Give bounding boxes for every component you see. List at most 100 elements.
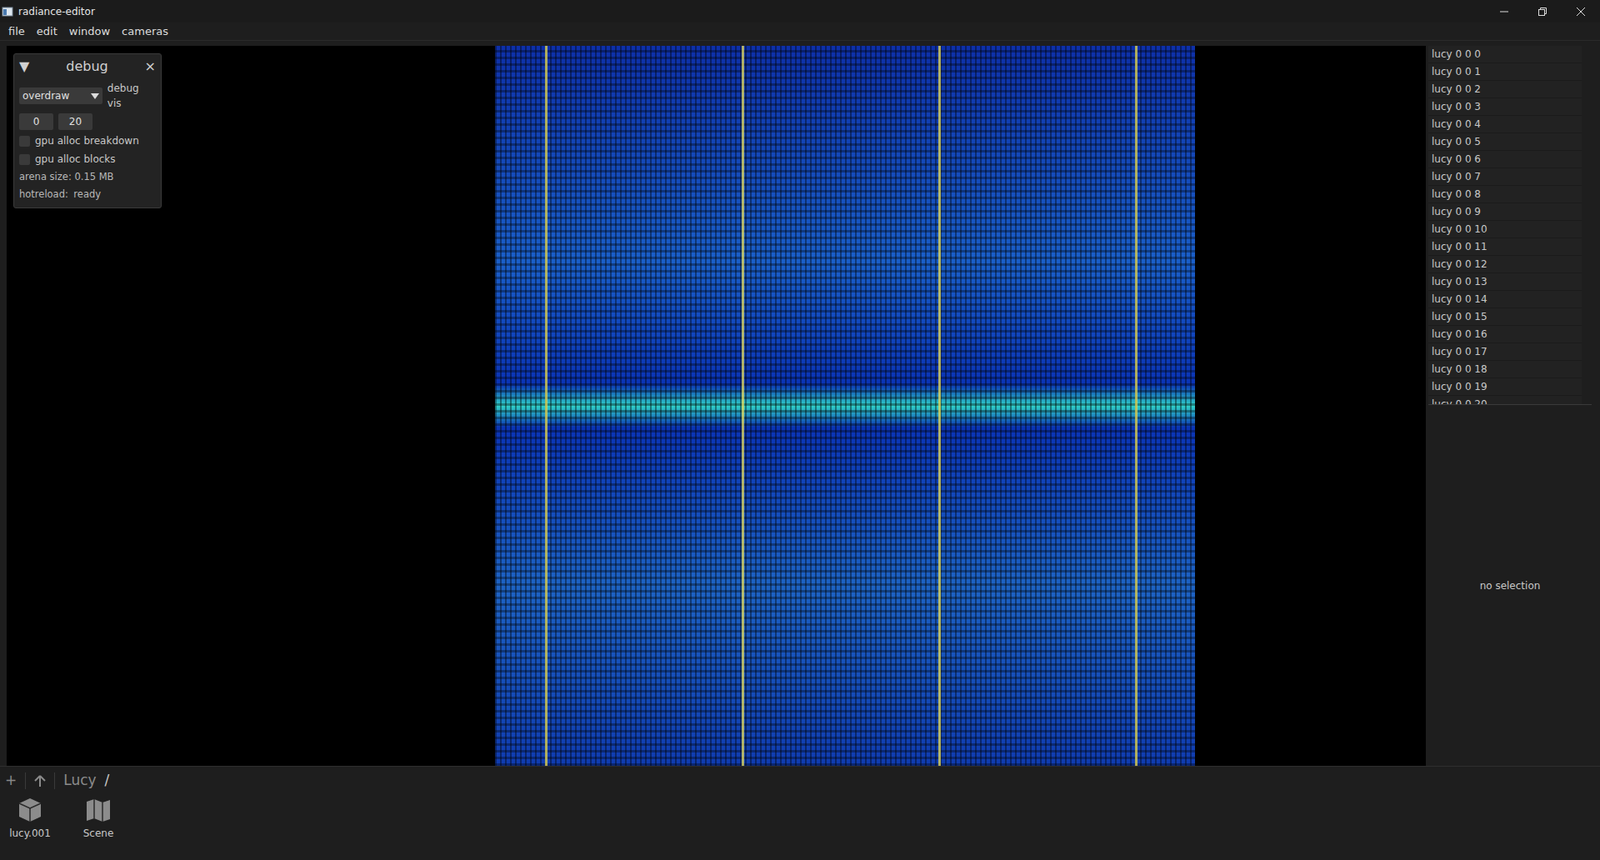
outliner-item[interactable]: lucy 0 0 0: [1428, 45, 1582, 64]
asset-item[interactable]: Scene: [73, 796, 124, 841]
outliner-item[interactable]: lucy 0 0 3: [1428, 98, 1582, 116]
close-button[interactable]: [1561, 0, 1600, 23]
up-arrow-icon: [34, 774, 46, 788]
item-label: lucy 0 0 13: [1431, 275, 1488, 288]
range-field[interactable]: 20: [58, 113, 93, 130]
item-label: lucy 0 0 4: [1431, 118, 1481, 130]
outliner-item[interactable]: lucy 0 0 12: [1428, 255, 1582, 274]
outliner: lucy 0 0 0 lucy 0 0 1 lucy 0 0 2 lucy 0 0 3…: [1425, 45, 1592, 766]
range-field[interactable]: 0: [19, 113, 54, 130]
item-label: lucy 0 0 17: [1431, 345, 1488, 358]
checkbox-row[interactable]: gpu alloc breakdown: [19, 133, 156, 149]
cube-icon: [16, 796, 44, 824]
checkbox[interactable]: [19, 135, 30, 147]
outliner-item[interactable]: lucy 0 0 6: [1428, 150, 1582, 169]
mode-row: overdraw debug vis: [19, 80, 156, 111]
asset-name: Scene: [83, 825, 115, 841]
mode-label: debug vis: [107, 80, 156, 111]
item-label: lucy 0 0 5: [1431, 135, 1481, 148]
outliner-item[interactable]: lucy 0 0 17: [1428, 343, 1582, 361]
mode-select[interactable]: overdraw: [19, 87, 103, 105]
checkbox[interactable]: [19, 154, 30, 165]
outliner-item[interactable]: lucy 0 0 15: [1428, 308, 1582, 326]
item-label: lucy 0 0 7: [1431, 170, 1481, 183]
item-label: lucy 0 0 19: [1431, 380, 1488, 393]
hotreload-label: hotreload:: [19, 187, 69, 202]
browser-toolbar: + Lucy /: [5, 770, 1595, 792]
item-label: lucy 0 0 12: [1431, 258, 1488, 270]
item-label: lucy 0 0 20: [1431, 398, 1488, 405]
add-button[interactable]: +: [5, 770, 17, 792]
outliner-item[interactable]: lucy 0 0 11: [1428, 238, 1582, 256]
main-area: ▼debug× overdraw debug vis 020 gpu alloc bre…: [0, 40, 1600, 766]
item-label: lucy 0 0 0: [1431, 48, 1481, 60]
outliner-item[interactable]: lucy 0 0 5: [1428, 133, 1582, 151]
hotreload-status: ready: [73, 187, 101, 202]
item-label: lucy 0 0 3: [1431, 100, 1481, 113]
window-controls: [1485, 0, 1600, 23]
inspector: no selection: [1428, 405, 1592, 766]
dropdown-arrow-icon: [90, 93, 100, 100]
outliner-item[interactable]: lucy 0 0 19: [1428, 378, 1582, 396]
path-segment[interactable]: Lucy: [63, 770, 96, 792]
asset-name: lucy.001: [9, 825, 51, 841]
item-label: lucy 0 0 15: [1431, 310, 1488, 323]
mode-value: overdraw: [22, 88, 70, 104]
outliner-item[interactable]: lucy 0 0 2: [1428, 80, 1582, 99]
map-icon: [85, 796, 112, 824]
viewport[interactable]: ▼debug× overdraw debug vis 020 gpu alloc bre…: [6, 45, 1426, 766]
app-icon: [1, 5, 14, 18]
minimize-icon: [1498, 6, 1510, 17]
item-label: lucy 0 0 10: [1431, 223, 1488, 235]
outliner-item[interactable]: lucy 0 0 18: [1428, 360, 1582, 379]
outliner-item[interactable]: lucy 0 0 1: [1428, 63, 1582, 81]
separator: [54, 772, 55, 790]
item-label: lucy 0 0 18: [1431, 363, 1488, 375]
outliner-item[interactable]: lucy 0 0 7: [1428, 168, 1582, 186]
outliner-item[interactable]: lucy 0 0 13: [1428, 273, 1582, 291]
range-row: 020: [19, 113, 156, 130]
asset-grid: lucy.001 Scene: [5, 796, 1595, 841]
menu-item[interactable]: file: [8, 23, 25, 40]
item-label: lucy 0 0 11: [1431, 240, 1488, 253]
item-label: lucy 0 0 8: [1431, 188, 1481, 200]
minimize-button[interactable]: [1485, 0, 1524, 23]
collapse-button[interactable]: ▼: [19, 56, 30, 77]
outliner-item[interactable]: lucy 0 0 20: [1428, 395, 1582, 405]
item-label: lucy 0 0 16: [1431, 328, 1488, 340]
path-separator: /: [105, 770, 110, 792]
close-button[interactable]: ×: [145, 56, 156, 77]
window-title: radiance-editor: [18, 4, 95, 20]
arena-size: arena size: 0.15 MB: [19, 170, 156, 185]
hotreload-row: hotreload: ready: [19, 187, 156, 202]
title-bar: radiance-editor: [0, 0, 1600, 23]
outliner-item[interactable]: lucy 0 0 14: [1428, 290, 1582, 309]
outliner-item[interactable]: lucy 0 0 4: [1428, 115, 1582, 134]
item-label: lucy 0 0 14: [1431, 293, 1488, 305]
asset-item[interactable]: lucy.001: [5, 796, 55, 841]
item-label: lucy 0 0 1: [1431, 65, 1481, 78]
menu-item[interactable]: cameras: [121, 23, 169, 40]
outliner-item[interactable]: lucy 0 0 8: [1428, 185, 1582, 204]
restore-icon: [1536, 6, 1549, 17]
menu-item[interactable]: edit: [36, 23, 58, 40]
debug-header: ▼debug×: [19, 54, 156, 80]
separator: [25, 772, 26, 790]
outliner-item[interactable]: lucy 0 0 16: [1428, 325, 1582, 344]
asset-browser: + Lucy / lucy.001 Scene: [0, 765, 1600, 860]
up-button[interactable]: [34, 770, 46, 792]
item-label: lucy 0 0 9: [1431, 205, 1481, 218]
outliner-item[interactable]: lucy 0 0 10: [1428, 220, 1582, 239]
close-icon: [1575, 6, 1587, 17]
restore-button[interactable]: [1523, 0, 1562, 23]
checkbox-label: gpu alloc breakdown: [35, 133, 140, 149]
item-label: lucy 0 0 6: [1431, 153, 1481, 165]
checkbox-label: gpu alloc blocks: [35, 151, 116, 167]
outliner-item[interactable]: lucy 0 0 9: [1428, 203, 1582, 221]
debug-panel[interactable]: ▼debug× overdraw debug vis 020 gpu alloc bre…: [13, 53, 162, 209]
panel-title: debug: [29, 56, 145, 77]
checkbox-row[interactable]: gpu alloc blocks: [19, 151, 156, 167]
menu-item[interactable]: window: [69, 23, 110, 40]
item-label: lucy 0 0 2: [1431, 83, 1481, 95]
overdraw-render: [495, 45, 1195, 766]
